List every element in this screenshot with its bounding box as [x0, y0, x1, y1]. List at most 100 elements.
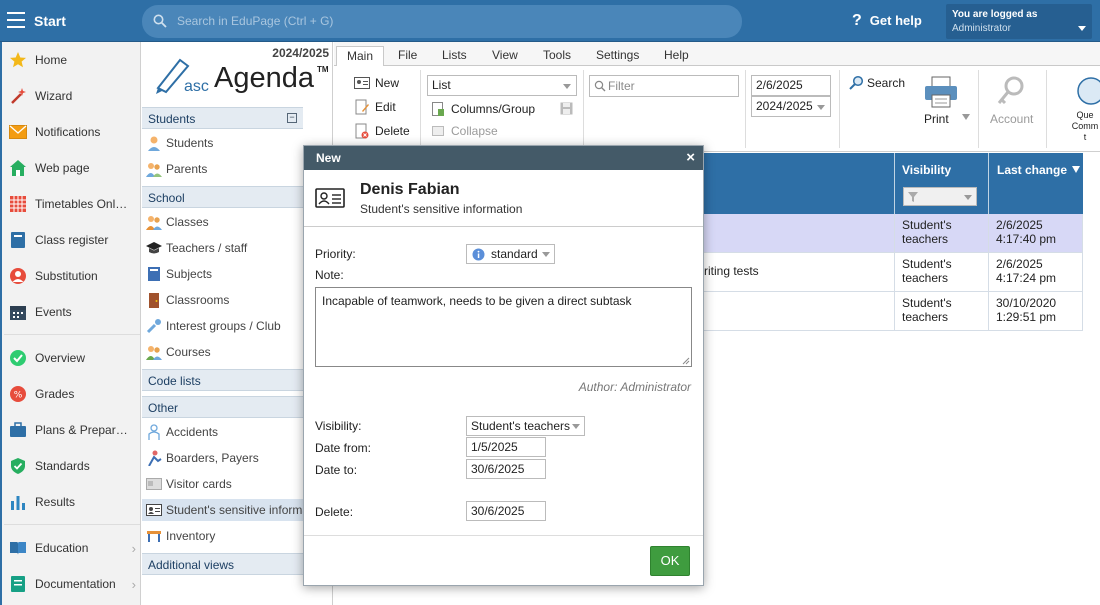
logged-as-user: Administrator	[952, 23, 1011, 34]
delete-date-input[interactable]: 30/6/2025	[466, 501, 546, 521]
inventory-desk-icon	[146, 528, 162, 544]
tab-file[interactable]: File	[388, 46, 427, 67]
delete-button[interactable]: Delete	[354, 123, 410, 139]
tree-item-visitor-cards[interactable]: Visitor cards	[142, 473, 303, 495]
tree-item-label: Student's sensitive informa	[166, 503, 310, 517]
tree-item-subjects[interactable]: Subjects	[142, 263, 303, 285]
questions-comments-button[interactable]: Que Comm t	[1056, 76, 1100, 146]
boarder-icon	[146, 450, 162, 466]
nav-item-home[interactable]: Home	[8, 49, 140, 71]
tree-item-teachers[interactable]: Teachers / staff	[142, 237, 303, 259]
shield-check-icon	[8, 457, 28, 475]
tree-item-interest-groups[interactable]: Interest groups / Club	[142, 315, 303, 337]
visitor-card-icon	[146, 476, 162, 492]
visibility-select[interactable]: Student's teachers	[466, 416, 585, 436]
calendar-icon	[8, 303, 28, 321]
tree-item-classrooms[interactable]: Classrooms	[142, 289, 303, 311]
date-input[interactable]: 2/6/2025	[751, 75, 831, 96]
chevron-down-icon[interactable]	[962, 114, 970, 120]
nav-item-results[interactable]: Results	[8, 491, 140, 513]
account-menu[interactable]: You are logged as Administrator	[946, 4, 1092, 39]
list-view-select[interactable]: List	[427, 75, 577, 96]
visibility-filter-select[interactable]	[903, 187, 977, 206]
date-to-input[interactable]: 30/6/2025	[466, 459, 546, 479]
tree-item-label: Parents	[166, 162, 208, 176]
tree-item-students[interactable]: Students	[142, 132, 303, 154]
edit-button[interactable]: Edit	[354, 99, 396, 115]
section-label: Additional views	[148, 558, 235, 572]
section-students[interactable]: Students −	[142, 107, 303, 129]
ok-button[interactable]: OK	[650, 546, 690, 576]
new-button[interactable]: New	[354, 75, 399, 91]
collapse-button[interactable]: Collapse	[430, 123, 498, 139]
column-divider	[894, 292, 895, 331]
key-icon	[997, 76, 1024, 105]
table-row[interactable]: Student's teachers 30/10/2020 1:29:51 pm	[700, 292, 1083, 331]
date-from-input[interactable]: 1/5/2025	[466, 437, 546, 457]
columns-group-button[interactable]: Columns/Group	[430, 101, 535, 117]
subject-book-icon	[146, 266, 162, 282]
search-icon	[594, 80, 606, 92]
tree-item-courses[interactable]: Courses	[142, 341, 303, 363]
tree-item-classes[interactable]: Classes	[142, 211, 303, 233]
search-button[interactable]: Search	[849, 75, 905, 90]
table-row[interactable]: riting tests Student's teachers 2/6/2025…	[700, 253, 1083, 292]
chevron-right-icon: ›	[131, 576, 136, 592]
filter-input[interactable]: Filter	[589, 75, 739, 97]
tab-help[interactable]: Help	[654, 46, 699, 67]
start-button[interactable]: Start	[34, 13, 66, 29]
nav-item-substitution[interactable]: Substitution	[8, 265, 140, 287]
nav-item-plans[interactable]: Plans & Prepar…	[8, 419, 140, 441]
print-button[interactable]: Print	[922, 76, 970, 136]
filter-funnel-icon	[908, 192, 918, 202]
nav-item-documentation[interactable]: Documentation ›	[8, 573, 140, 595]
nav-item-timetables[interactable]: Timetables Onl…	[8, 193, 140, 215]
tree-item-inventory[interactable]: Inventory	[142, 525, 303, 547]
tree-item-boarders[interactable]: Boarders, Payers	[142, 447, 303, 469]
nav-item-class-register[interactable]: Class register	[8, 229, 140, 251]
tab-settings[interactable]: Settings	[586, 46, 649, 67]
person-name: Denis Fabian	[360, 181, 460, 198]
tab-main[interactable]: Main	[336, 46, 385, 67]
ribbon-divider	[745, 70, 746, 148]
nav-item-wizard[interactable]: Wizard	[8, 85, 140, 107]
priority-value: standard	[491, 247, 538, 261]
note-textarea[interactable]: Incapable of teamwork, needs to be given…	[315, 287, 692, 367]
global-search-input[interactable]: Search in EduPage (Ctrl + G)	[142, 5, 742, 38]
section-additional-views[interactable]: Additional views	[142, 553, 303, 575]
close-icon[interactable]: ×	[686, 149, 695, 166]
id-card-icon	[146, 502, 162, 518]
collapse-label: Collapse	[451, 124, 498, 138]
tree-item-parents[interactable]: Parents	[142, 158, 303, 180]
resize-grip-icon[interactable]	[682, 357, 690, 365]
tree-item-accidents[interactable]: Accidents	[142, 421, 303, 443]
tab-tools[interactable]: Tools	[533, 46, 581, 67]
nav-item-events[interactable]: Events	[8, 301, 140, 323]
section-code-lists[interactable]: Code lists	[142, 369, 303, 391]
column-header-last-change[interactable]: Last change	[997, 163, 1067, 177]
get-help-button[interactable]: ? Get help	[852, 12, 922, 30]
collapse-icon[interactable]: −	[287, 113, 297, 123]
save-icon[interactable]	[560, 102, 573, 115]
hamburger-menu-icon[interactable]	[7, 12, 25, 28]
row-last-change: 2/6/2025 4:17:40 pm	[996, 218, 1057, 246]
magnifier-icon	[849, 75, 864, 90]
priority-select[interactable]: standard	[466, 244, 555, 264]
nav-item-overview[interactable]: Overview	[8, 347, 140, 369]
tab-view[interactable]: View	[482, 46, 528, 67]
section-school[interactable]: School	[142, 186, 303, 208]
column-header-visibility[interactable]: Visibility	[902, 163, 951, 177]
nav-item-web-page[interactable]: Web page	[8, 157, 140, 179]
nav-item-standards[interactable]: Standards	[8, 455, 140, 477]
account-button[interactable]: Account	[986, 76, 1040, 136]
dialog-title-bar[interactable]: New ×	[304, 146, 703, 170]
sort-desc-icon[interactable]	[1072, 166, 1080, 173]
nav-item-grades[interactable]: % Grades	[8, 383, 140, 405]
table-row[interactable]: Student's teachers 2/6/2025 4:17:40 pm	[700, 214, 1083, 253]
section-other[interactable]: Other	[142, 396, 303, 418]
school-year-select[interactable]: 2024/2025	[751, 96, 831, 117]
tab-lists[interactable]: Lists	[432, 46, 477, 67]
nav-item-notifications[interactable]: Notifications	[8, 121, 140, 143]
nav-item-education[interactable]: Education ›	[8, 537, 140, 559]
date-to-value: 30/6/2025	[471, 462, 525, 476]
